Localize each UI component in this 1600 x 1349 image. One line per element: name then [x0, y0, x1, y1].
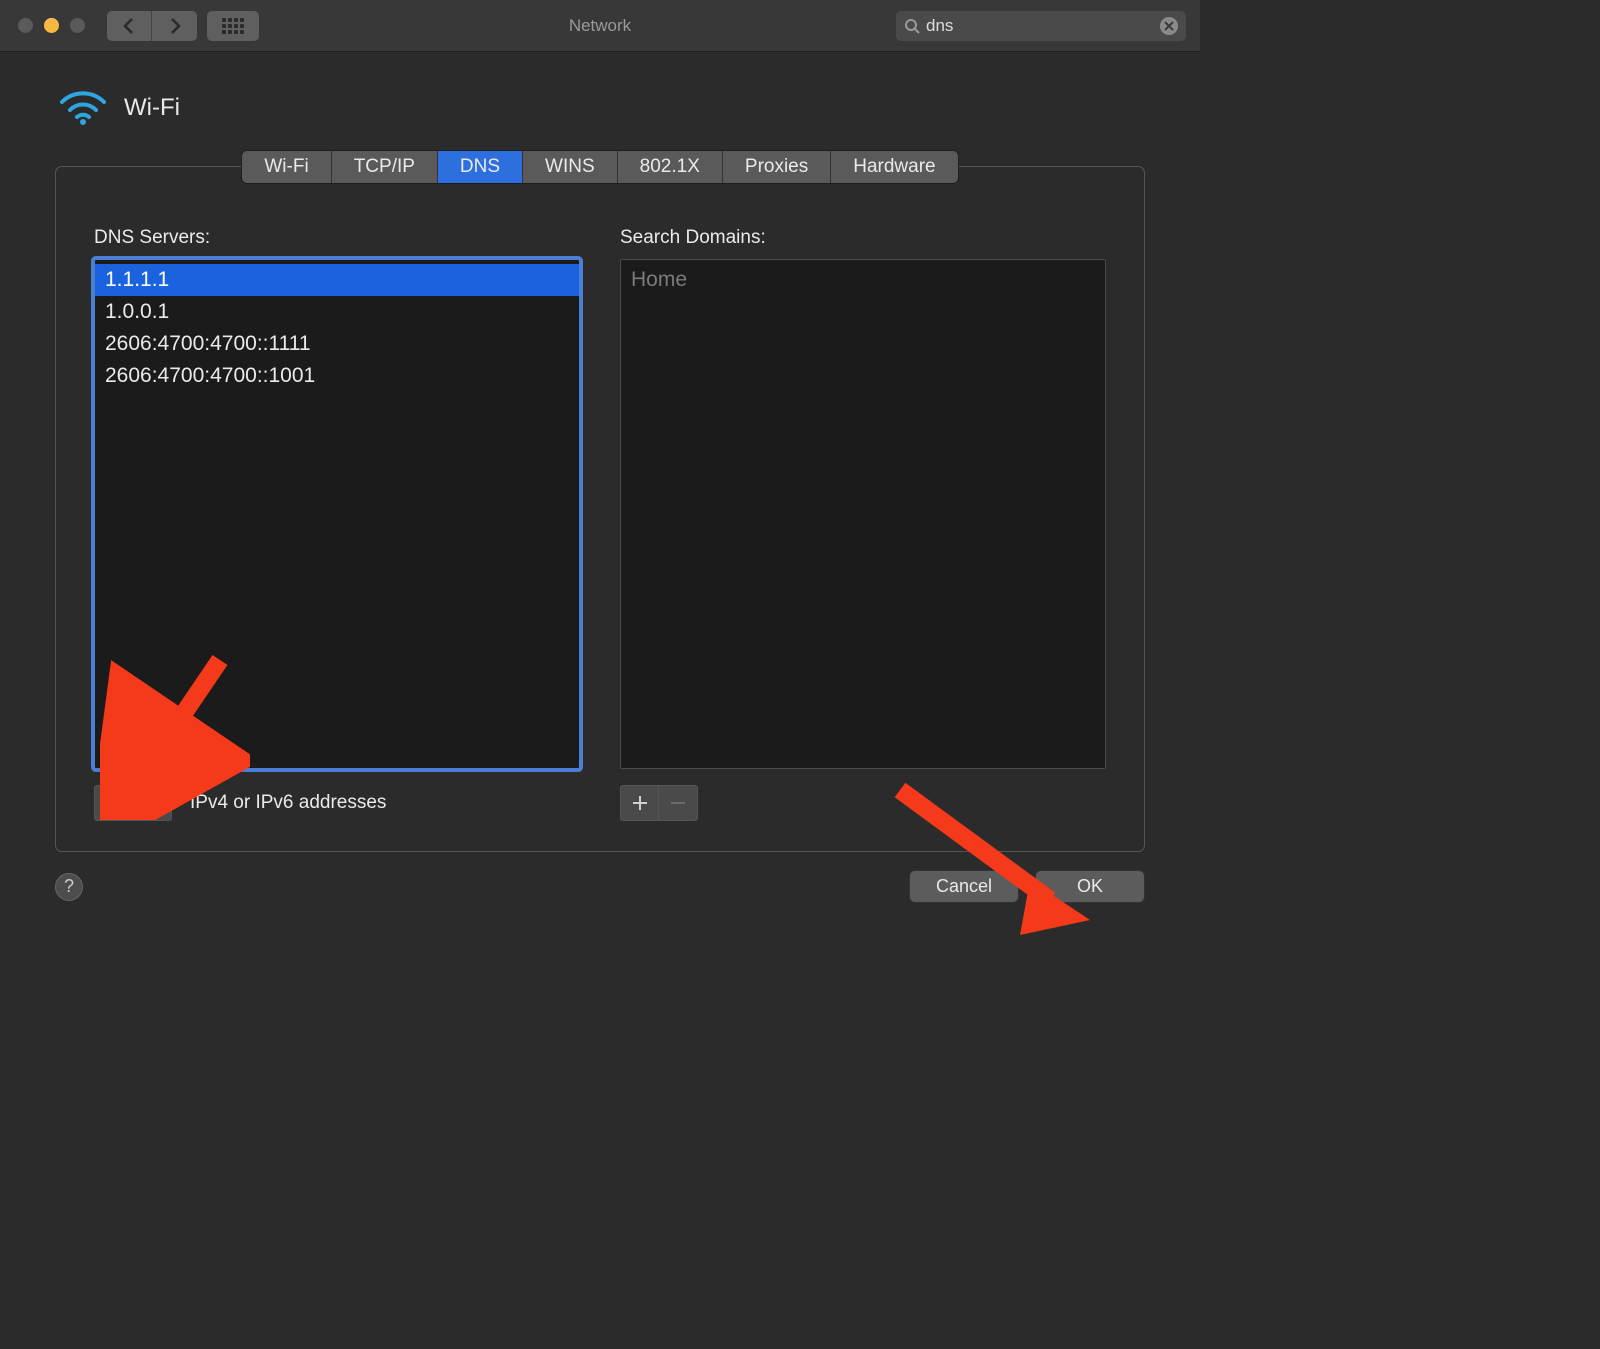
list-item[interactable]: 1.1.1.1 — [95, 264, 579, 296]
tab-proxies[interactable]: Proxies — [723, 151, 831, 183]
add-search-domain-button[interactable] — [621, 786, 659, 820]
search-icon — [904, 18, 920, 34]
zoom-window-icon[interactable] — [70, 18, 85, 33]
tab-8021x[interactable]: 802.1X — [618, 151, 723, 183]
dns-panel: DNS Servers: 1.1.1.1 1.0.0.1 2606:4700:4… — [55, 166, 1145, 852]
dns-hint: IPv4 or IPv6 addresses — [190, 792, 386, 814]
remove-search-domain-button — [659, 786, 697, 820]
cancel-button[interactable]: Cancel — [909, 870, 1019, 903]
clear-search-button[interactable] — [1160, 17, 1178, 35]
plus-icon — [632, 795, 648, 811]
add-dns-server-button[interactable] — [95, 786, 133, 820]
dialog-footer: ? Cancel OK — [0, 852, 1200, 903]
plus-icon — [106, 795, 122, 811]
list-item[interactable]: 1.0.0.1 — [95, 296, 579, 328]
list-item[interactable]: 2606:4700:4700::1001 — [95, 360, 579, 392]
chevron-left-icon — [122, 17, 136, 35]
titlebar: Network — [0, 0, 1200, 52]
wifi-icon — [60, 90, 106, 126]
ok-button[interactable]: OK — [1035, 870, 1145, 903]
traffic-lights — [0, 18, 85, 33]
tab-wins[interactable]: WINS — [523, 151, 618, 183]
help-button[interactable]: ? — [55, 873, 83, 901]
close-window-icon[interactable] — [18, 18, 33, 33]
search-domains-column: Search Domains: Home — [620, 227, 1106, 821]
tab-tcpip[interactable]: TCP/IP — [332, 151, 438, 183]
search-input[interactable] — [926, 16, 1160, 36]
chevron-right-icon — [168, 17, 182, 35]
remove-dns-server-button[interactable] — [133, 786, 171, 820]
nav-buttons — [107, 11, 197, 41]
minus-icon — [144, 795, 160, 811]
dns-servers-label: DNS Servers: — [94, 227, 580, 249]
forward-button[interactable] — [152, 11, 197, 41]
back-button[interactable] — [107, 11, 152, 41]
grid-icon — [222, 18, 244, 34]
search-domains-controls — [620, 785, 1106, 821]
dns-servers-column: DNS Servers: 1.1.1.1 1.0.0.1 2606:4700:4… — [94, 227, 580, 821]
question-icon: ? — [64, 876, 74, 897]
search-field[interactable] — [896, 11, 1186, 41]
network-preferences-window: Network Wi-Fi Wi-Fi TCP/IP — [0, 0, 1200, 1012]
search-domains-list[interactable]: Home — [620, 259, 1106, 769]
list-item[interactable]: 2606:4700:4700::1111 — [95, 328, 579, 360]
show-all-button[interactable] — [207, 11, 259, 41]
minus-icon — [670, 795, 686, 811]
tab-dns[interactable]: DNS — [438, 151, 523, 183]
window-title: Network — [569, 16, 631, 36]
dns-servers-controls: IPv4 or IPv6 addresses — [94, 785, 580, 821]
dns-servers-list[interactable]: 1.1.1.1 1.0.0.1 2606:4700:4700::1111 260… — [94, 259, 580, 769]
tab-hardware[interactable]: Hardware — [831, 151, 957, 183]
x-icon — [1164, 21, 1174, 31]
tab-wifi[interactable]: Wi-Fi — [242, 151, 331, 183]
connection-name: Wi-Fi — [124, 94, 180, 122]
search-domains-label: Search Domains: — [620, 227, 1106, 249]
search-domains-placeholder: Home — [621, 264, 1105, 296]
minimize-window-icon[interactable] — [44, 18, 59, 33]
connection-header: Wi-Fi — [0, 52, 1200, 156]
